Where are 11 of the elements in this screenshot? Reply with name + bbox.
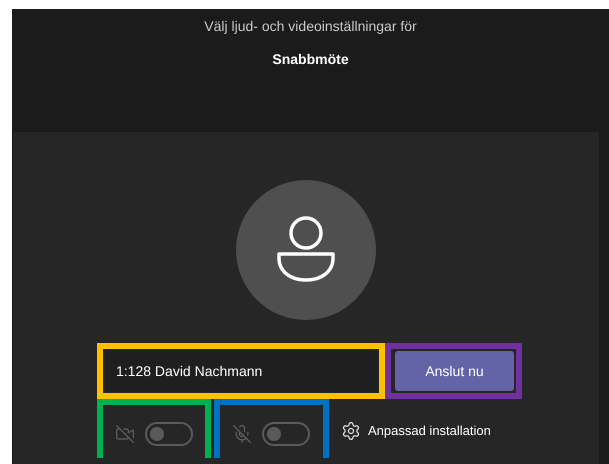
- name-field[interactable]: 1:128 David Nachmann: [104, 350, 378, 392]
- microphone-off-icon: [232, 424, 252, 444]
- camera-off-icon: [115, 424, 135, 444]
- settings-icon: [341, 420, 361, 440]
- toggle-switch[interactable]: [262, 422, 310, 446]
- join-button[interactable]: Anslut nu: [395, 351, 514, 391]
- person-icon: [275, 216, 337, 284]
- meeting-name: Snabbmöte: [272, 50, 349, 69]
- dialog-title: Välj ljud- och videoinställningar för: [204, 17, 417, 36]
- toggle-switch[interactable]: [145, 422, 193, 446]
- device-settings-button[interactable]: Anpassad installation: [341, 416, 491, 440]
